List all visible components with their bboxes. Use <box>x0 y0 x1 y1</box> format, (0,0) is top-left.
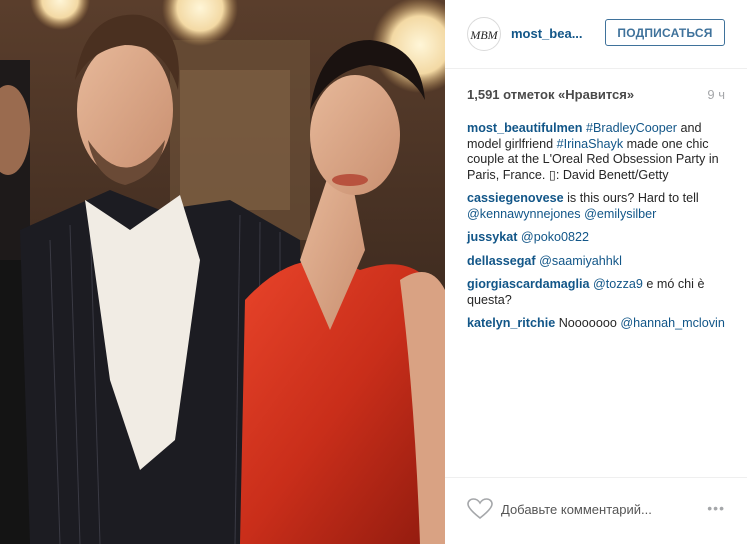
caption: most_beautifulmen #BradleyCooper and mod… <box>467 121 729 183</box>
follow-button[interactable]: ПОДПИСАТЬСЯ <box>605 19 725 46</box>
comment-item: katelyn_ritchie Nooooooo @hannah_mclovin <box>467 316 729 332</box>
comment-user[interactable]: cassiegenovese <box>467 191 564 205</box>
comment-item: jussykat @poko0822 <box>467 230 729 246</box>
mention-link[interactable]: @tozza9 <box>593 277 643 291</box>
comment-user[interactable]: giorgiascardamaglia <box>467 277 590 291</box>
logo-icon: MBM <box>469 28 498 42</box>
comment-user[interactable]: jussykat <box>467 230 517 244</box>
hashtag-link[interactable]: #BradleyCooper <box>586 121 677 135</box>
mention-link[interactable]: @saamiyahhkl <box>539 254 622 268</box>
hashtag-link[interactable]: #IrinaShayk <box>557 137 624 151</box>
username-link[interactable]: most_bea... <box>511 26 583 41</box>
comment-user[interactable]: katelyn_ritchie <box>467 316 555 330</box>
caption-user[interactable]: most_beautifulmen <box>467 121 582 135</box>
camera-glyph-icon: ▯ <box>548 167 556 182</box>
photo-image <box>0 0 445 544</box>
comments-list: most_beautifulmen #BradleyCooper and mod… <box>467 121 729 340</box>
mention-link[interactable]: @hannah_mclovin <box>620 316 725 330</box>
caption-text: : David Benett/Getty <box>555 167 669 182</box>
post-footer: Добавьте комментарий... ••• <box>445 477 747 545</box>
svg-text:MBM: MBM <box>469 28 498 42</box>
post-time[interactable]: 9 ч <box>707 87 725 102</box>
comment-text: is this ours? Hard to tell <box>563 191 699 205</box>
heart-icon <box>467 498 493 520</box>
comment-item: dellassegaf @saamiyahhkl <box>467 254 729 270</box>
more-options-button[interactable]: ••• <box>707 500 725 516</box>
comment-text: Nooooooo <box>555 316 621 330</box>
comment-user[interactable]: dellassegaf <box>467 254 536 268</box>
mention-link[interactable]: @poko0822 <box>521 230 589 244</box>
post-header: MBM most_bea... ПОДПИСАТЬСЯ <box>445 0 747 69</box>
comment-item: giorgiascardamaglia @tozza9 e mó chi è q… <box>467 277 729 308</box>
avatar[interactable]: MBM <box>467 17 501 51</box>
post-photo[interactable] <box>0 0 445 544</box>
likes-count[interactable]: 1,591 отметок «Нравится» <box>467 87 634 102</box>
comment-item: cassiegenovese is this ours? Hard to tel… <box>467 191 729 222</box>
post-sidebar: MBM most_bea... ПОДПИСАТЬСЯ 1,591 отмето… <box>445 0 747 544</box>
like-button[interactable] <box>467 498 493 520</box>
mention-link[interactable]: @kennawynnejones @emilysilber <box>467 207 656 221</box>
comment-input[interactable]: Добавьте комментарий... <box>501 502 652 517</box>
